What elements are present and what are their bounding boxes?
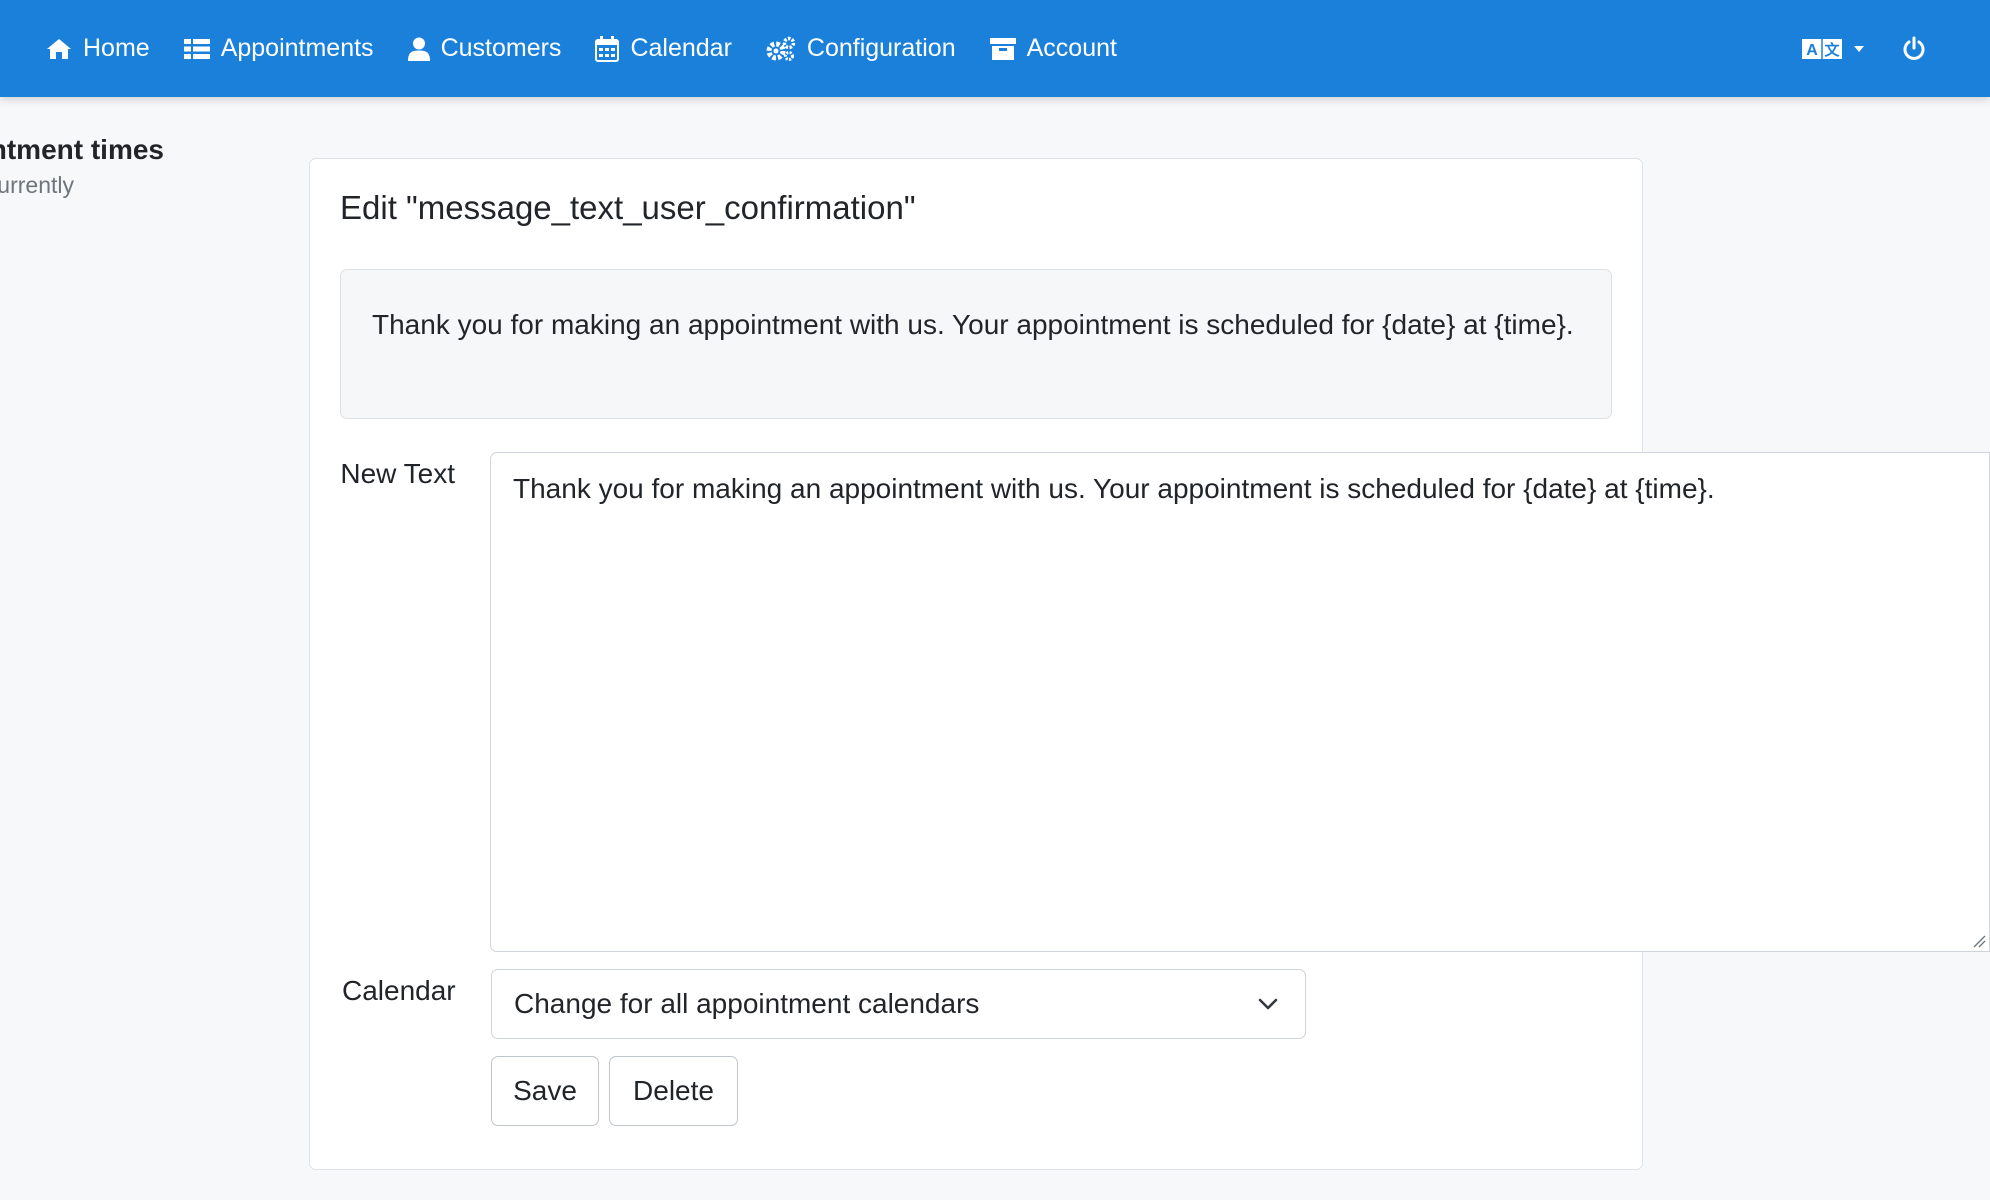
- list-icon: [183, 38, 210, 59]
- translate-icon: A 文: [1802, 38, 1842, 59]
- nav-item-account[interactable]: Account: [989, 34, 1117, 63]
- top-navbar: Home Appointments Customers Calendar Con…: [0, 0, 1990, 97]
- power-icon: [1903, 36, 1925, 60]
- calendar-icon: [595, 35, 620, 62]
- nav-label-customers: Customers: [440, 34, 562, 62]
- nav-label-account: Account: [1026, 34, 1117, 62]
- current-text: Thank you for making an appointment with…: [372, 309, 1574, 340]
- chevron-down-icon: [1258, 998, 1278, 1010]
- caret-down-icon: [1854, 45, 1864, 52]
- calendar-select-value: Change for all appointment calendars: [514, 988, 980, 1019]
- logout-button[interactable]: [1902, 36, 1926, 62]
- nav-item-calendar[interactable]: Calendar: [595, 34, 732, 63]
- nav-menu: Home Appointments Customers Calendar Con…: [46, 0, 1151, 97]
- delete-button[interactable]: Delete: [609, 1056, 738, 1126]
- new-text-label: New Text: [340, 458, 455, 489]
- archive-icon: [989, 37, 1016, 60]
- nav-right-group: A 文: [1802, 0, 1990, 97]
- gears-icon: [766, 36, 796, 61]
- svg-text:文: 文: [1824, 41, 1840, 59]
- language-dropdown[interactable]: A 文: [1802, 38, 1866, 60]
- home-icon: [47, 38, 71, 59]
- nav-label-configuration: Configuration: [806, 34, 956, 62]
- nav-label-home: Home: [83, 34, 150, 62]
- left-column: ntment times urrently: [0, 128, 200, 208]
- current-text-box: Thank you for making an appointment with…: [340, 269, 1612, 419]
- new-text-input[interactable]: Thank you for making an appointment with…: [490, 452, 1990, 952]
- calendar-label: Calendar: [342, 975, 456, 1006]
- nav-item-customers[interactable]: Customers: [407, 34, 562, 63]
- resize-handle-icon[interactable]: [1972, 934, 1986, 948]
- nav-label-calendar: Calendar: [630, 34, 732, 62]
- nav-label-appointments: Appointments: [220, 34, 374, 62]
- nav-item-home[interactable]: Home: [46, 34, 150, 63]
- card-title: Edit "message_text_user_confirmation": [340, 189, 916, 226]
- nav-item-configuration[interactable]: Configuration: [766, 34, 956, 63]
- save-button[interactable]: Save: [491, 1056, 599, 1126]
- left-section-heading: ntment times: [0, 134, 164, 165]
- user-icon: [407, 37, 430, 61]
- nav-item-appointments[interactable]: Appointments: [183, 34, 374, 63]
- svg-text:A: A: [1806, 42, 1818, 59]
- calendar-select[interactable]: Change for all appointment calendars: [491, 969, 1306, 1039]
- left-section-subtext: urrently: [0, 172, 74, 198]
